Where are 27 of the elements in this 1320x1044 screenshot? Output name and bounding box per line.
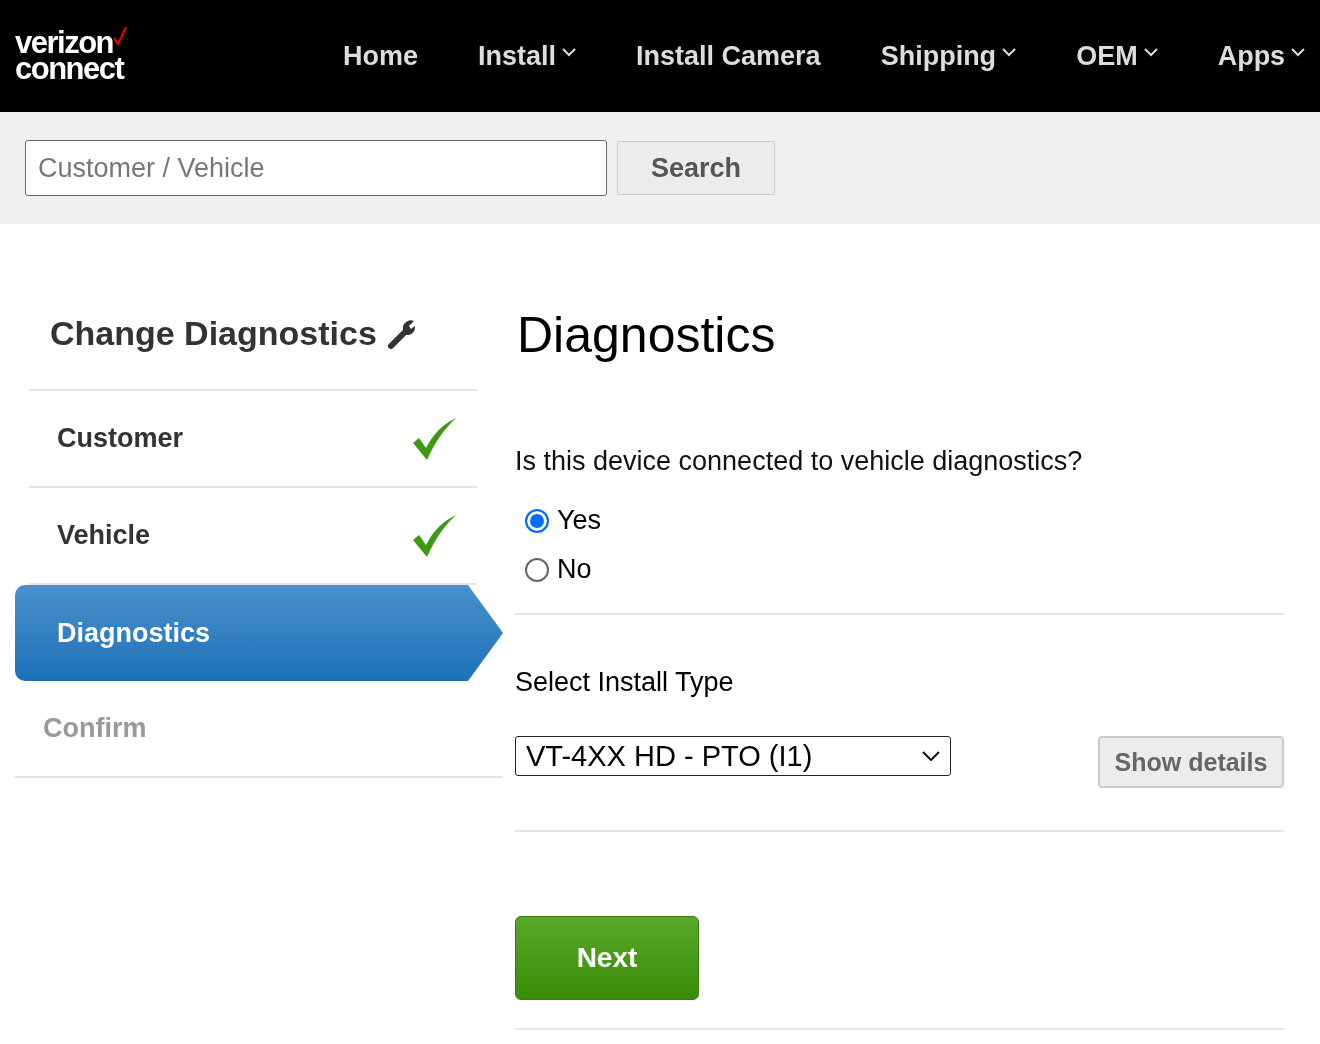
active-step-tab[interactable]: Diagnostics [15,585,503,681]
chevron-down-icon [562,47,577,57]
nav-link[interactable]: Install Camera [636,40,821,72]
logo-text: verizon [15,30,114,56]
search-field[interactable]: Customer / Vehicle [25,140,607,196]
radio-option[interactable]: No [525,554,1284,585]
sidebar-title: Change Diagnostics [50,314,377,353]
nav-link[interactable]: OEM [1076,40,1158,72]
chevron-down-icon [1143,47,1158,57]
chevron-down-icon [1291,47,1306,57]
nav-link[interactable]: Home [343,40,418,72]
nav-link[interactable]: Install [478,40,577,72]
search-button[interactable]: Search [617,141,775,195]
step-item[interactable]: Customer [29,391,477,488]
nav-link[interactable]: Apps [1217,40,1306,72]
show-details-button[interactable]: Show details [1098,736,1284,788]
logo-text: connect [15,56,125,82]
install-type-dropdown[interactable]: VT-4XX HD - PTO (I1) [515,736,951,776]
chevron-down-icon [922,751,940,761]
next-button[interactable]: Next [515,916,699,1000]
page-title: Diagnostics [517,306,777,364]
radio-option[interactable]: Yes [525,505,1284,536]
field-label: Select Install Type [515,667,735,698]
nav-link[interactable]: Shipping [880,40,1017,72]
question-text: Is this device connected to vehicle diagnostics? [515,446,1084,477]
check-mark-icon [113,26,128,46]
chevron-down-icon [1002,47,1017,57]
